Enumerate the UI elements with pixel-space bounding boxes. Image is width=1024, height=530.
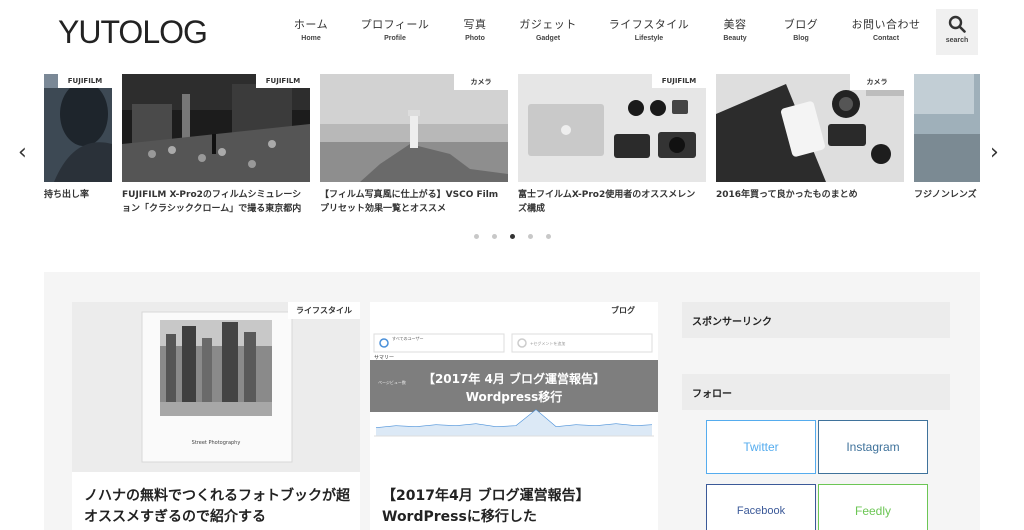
nav-label-en: Contact: [872, 35, 900, 42]
nav-label-jp: ライフスタイル: [608, 18, 690, 31]
nav-item-contact[interactable]: お問い合わせ Contact: [841, 18, 931, 46]
slider-dot[interactable]: [546, 234, 551, 239]
camera-gear-photo-image: [518, 74, 706, 182]
lighthouse-photo-image: [320, 74, 508, 182]
summary-tab: サマリー: [374, 355, 395, 361]
nav-item-lifestyle[interactable]: ライフスタイル Lifestyle: [604, 18, 694, 46]
slide-item[interactable]: フジノンレンズ No.1レンズ: [914, 74, 980, 202]
slide-title: 【フィルム写真風に仕上がる】VSCO Film プリセット効果一覧とオススメ: [320, 190, 499, 214]
nav-label-en: Blog: [793, 35, 809, 42]
all-users-chip: すべてのユーザー: [392, 336, 424, 341]
slide-thumbnail: FUJIFILM: [518, 74, 706, 182]
article-card[interactable]: Street Photography ライフスタイル ノハナの無料でつくれるフォ…: [72, 302, 360, 530]
slide-title: 2016年買って良かったものまとめ: [716, 190, 858, 200]
photobook-image: [72, 302, 360, 472]
article-thumbnail: すべてのユーザー +セグメントを追加 サマリー ページビュー数 【2017年 4…: [370, 302, 658, 472]
slider-dot[interactable]: [528, 234, 533, 239]
nav-label-jp: ブログ: [783, 18, 819, 31]
nav-label-en: Home: [301, 35, 321, 42]
desk-items-photo-image: [716, 74, 904, 182]
card-category-badge: ライフスタイル: [288, 302, 360, 319]
slide-item[interactable]: FUJIFILM 富士フイルムX-Pro2使用者のオススメレンズ構成: [518, 74, 706, 216]
follow-widget-title: フォロー: [682, 374, 950, 410]
slide-thumbnail: FUJIFILM: [122, 74, 310, 182]
slide-category-badge: カメラ: [850, 74, 904, 90]
slide-category-badge: カメラ: [454, 74, 508, 90]
slide-title: フジノンレンズ No.1レンズ: [914, 190, 980, 200]
lens-photo-image: [914, 74, 980, 182]
slide-clip: フジノンレンズ No.1レンズ: [914, 74, 980, 214]
nav-label-en: Lifestyle: [634, 35, 664, 42]
nav-label-en: Profile: [384, 35, 406, 42]
slide-title: 持ち出し率: [44, 190, 90, 200]
search-label: search: [945, 37, 969, 44]
slide-category-badge: FUJIFILM: [58, 74, 112, 88]
slide-thumbnail: [914, 74, 980, 182]
nav-label-jp: ガジェット: [519, 18, 577, 31]
nav-label-jp: お問い合わせ: [851, 18, 921, 31]
slider-next-button[interactable]: ›: [990, 140, 999, 165]
sponsor-link-widget-title: スポンサーリンク: [682, 302, 950, 338]
search-icon: [948, 15, 966, 33]
slide-item[interactable]: FUJIFILM 持ち出し率: [44, 74, 112, 202]
slide-thumbnail: カメラ: [320, 74, 508, 182]
slide-category-badge: FUJIFILM: [256, 74, 310, 88]
slider-dot[interactable]: [474, 234, 479, 239]
site-logo[interactable]: YUTOLOG: [58, 14, 208, 51]
slider-dot-active[interactable]: [510, 234, 515, 239]
feedly-follow-button[interactable]: Feedly: [818, 484, 928, 530]
article-title: 【2017年4月 ブログ運営報告】WordPressに移行した: [382, 488, 590, 525]
portrait-photo-image: [44, 74, 112, 182]
search-button[interactable]: search: [936, 9, 978, 55]
slide-item[interactable]: FUJIFILM FUJIFILM X-Pro2のフィルムシミュレーション「クラ…: [122, 74, 310, 216]
nav-label-jp: プロフィール: [360, 18, 430, 31]
facebook-follow-button[interactable]: Facebook: [706, 484, 816, 530]
nav-label-en: Gadget: [535, 35, 561, 42]
article-thumbnail: Street Photography ライフスタイル: [72, 302, 360, 472]
slide-item[interactable]: カメラ 【フィルム写真風に仕上がる】VSCO Film プリセット効果一覧とオス…: [320, 74, 508, 216]
instagram-follow-button[interactable]: Instagram: [818, 420, 928, 474]
nav-label-jp: ホーム: [293, 18, 329, 31]
slide-title: FUJIFILM X-Pro2のフィルムシミュレーション「クラシッククローム」で…: [122, 190, 302, 214]
slide-clip: FUJIFILM 持ち出し率: [44, 74, 112, 214]
article-card[interactable]: すべてのユーザー +セグメントを追加 サマリー ページビュー数 【2017年 4…: [370, 302, 658, 530]
nav-item-home[interactable]: ホーム Home: [266, 18, 356, 46]
article-title: ノハナの無料でつくれるフォトブックが超オススメすぎるので紹介する: [84, 488, 350, 525]
card-category-badge: ブログ: [588, 302, 658, 319]
slider-dot[interactable]: [492, 234, 497, 239]
photobook-caption: Street Photography: [191, 440, 241, 446]
nav-item-blog[interactable]: ブログ Blog: [756, 18, 846, 46]
twitter-follow-button[interactable]: Twitter: [706, 420, 816, 474]
slide-category-badge: FUJIFILM: [652, 74, 706, 88]
overlay-line: Wordpress移行: [465, 390, 563, 404]
slide-thumbnail: カメラ: [716, 74, 904, 182]
featured-slider: ‹ FUJIFILM 持ち出し率 FUJIFILM FUJIFILM X-Pro…: [0, 74, 1024, 254]
add-segment-chip: +セグメントを追加: [530, 341, 566, 346]
slide-item[interactable]: カメラ 2016年買って良かったものまとめ: [716, 74, 904, 202]
nav-item-profile[interactable]: プロフィール Profile: [350, 18, 440, 46]
slide-thumbnail: FUJIFILM: [44, 74, 112, 182]
street-photo-image: [122, 74, 310, 182]
slider-prev-button[interactable]: ‹: [18, 140, 27, 165]
slide-title: 富士フイルムX-Pro2使用者のオススメレンズ構成: [518, 190, 696, 214]
overlay-line: 【2017年 4月 ブログ運営報告】: [422, 372, 606, 386]
nav-item-gadget[interactable]: ガジェット Gadget: [503, 18, 593, 46]
thumbnail-overlay-title: 【2017年 4月 ブログ運営報告】 Wordpress移行: [370, 370, 658, 406]
site-header: YUTOLOG ホーム Home プロフィール Profile 写真 Photo…: [0, 0, 1024, 68]
